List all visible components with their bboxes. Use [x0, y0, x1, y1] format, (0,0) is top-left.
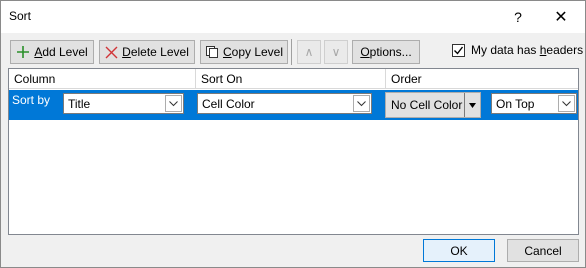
sort-levels-grid: Column Sort On Order Sort by Title Cell … [8, 68, 579, 235]
copy-level-button[interactable]: Copy Level [200, 40, 288, 64]
delete-x-icon [105, 46, 118, 59]
triangle-down-icon[interactable] [464, 93, 480, 117]
header-column: Column [9, 69, 196, 89]
add-level-button[interactable]: Add Level [10, 40, 94, 64]
chevron-down-icon[interactable] [353, 95, 370, 112]
chevron-down-icon[interactable] [165, 95, 182, 112]
cell-color-value: No Cell Color [391, 98, 463, 112]
header-order: Order [391, 72, 422, 86]
header-sort-on: Sort On [196, 69, 386, 89]
order-position-value: On Top [496, 96, 535, 111]
ok-button[interactable]: OK [423, 239, 495, 262]
options-label: Options... [360, 45, 412, 59]
help-button[interactable]: ? [503, 4, 533, 30]
toolbar-separator [291, 39, 292, 65]
row-label: Sort by [12, 93, 51, 107]
order-position-dropdown[interactable]: On Top [491, 93, 577, 114]
chevron-down-icon: ∨ [331, 45, 341, 59]
sort-level-row[interactable]: Sort by Title Cell Color No Cell Color O… [9, 90, 578, 120]
grid-header: Column Sort On Order [9, 69, 578, 89]
headers-checkbox[interactable] [452, 43, 465, 57]
chevron-up-icon: ∧ [304, 45, 314, 59]
sort-dialog: Sort ? ✕ Add Level Delete Level Copy Lev… [0, 0, 586, 268]
close-button[interactable]: ✕ [546, 4, 576, 30]
plus-icon [16, 45, 30, 59]
sort-on-dropdown[interactable]: Cell Color [197, 93, 372, 114]
move-down-button[interactable]: ∨ [324, 40, 348, 64]
add-level-label: Add Level [34, 45, 88, 59]
checkmark-icon [454, 46, 464, 55]
move-up-button[interactable]: ∧ [297, 40, 321, 64]
cancel-button[interactable]: Cancel [507, 239, 579, 262]
delete-level-label: Delete Level [122, 45, 189, 59]
title-bar: Sort ? ✕ [1, 1, 585, 33]
chevron-down-icon[interactable] [558, 95, 575, 112]
copy-level-label: Copy Level [222, 45, 284, 59]
copy-icon [205, 45, 219, 59]
delete-level-button[interactable]: Delete Level [99, 40, 195, 64]
column-dropdown[interactable]: Title [63, 93, 184, 114]
cell-color-dropdown[interactable]: No Cell Color [385, 92, 481, 118]
headers-checkbox-row[interactable]: My data has headers [452, 43, 583, 57]
sort-on-value: Cell Color [202, 96, 255, 111]
headers-checkbox-label: My data has headers [471, 43, 584, 57]
column-value: Title [68, 96, 91, 111]
options-button[interactable]: Options... [352, 40, 420, 64]
dialog-title: Sort [9, 9, 32, 23]
